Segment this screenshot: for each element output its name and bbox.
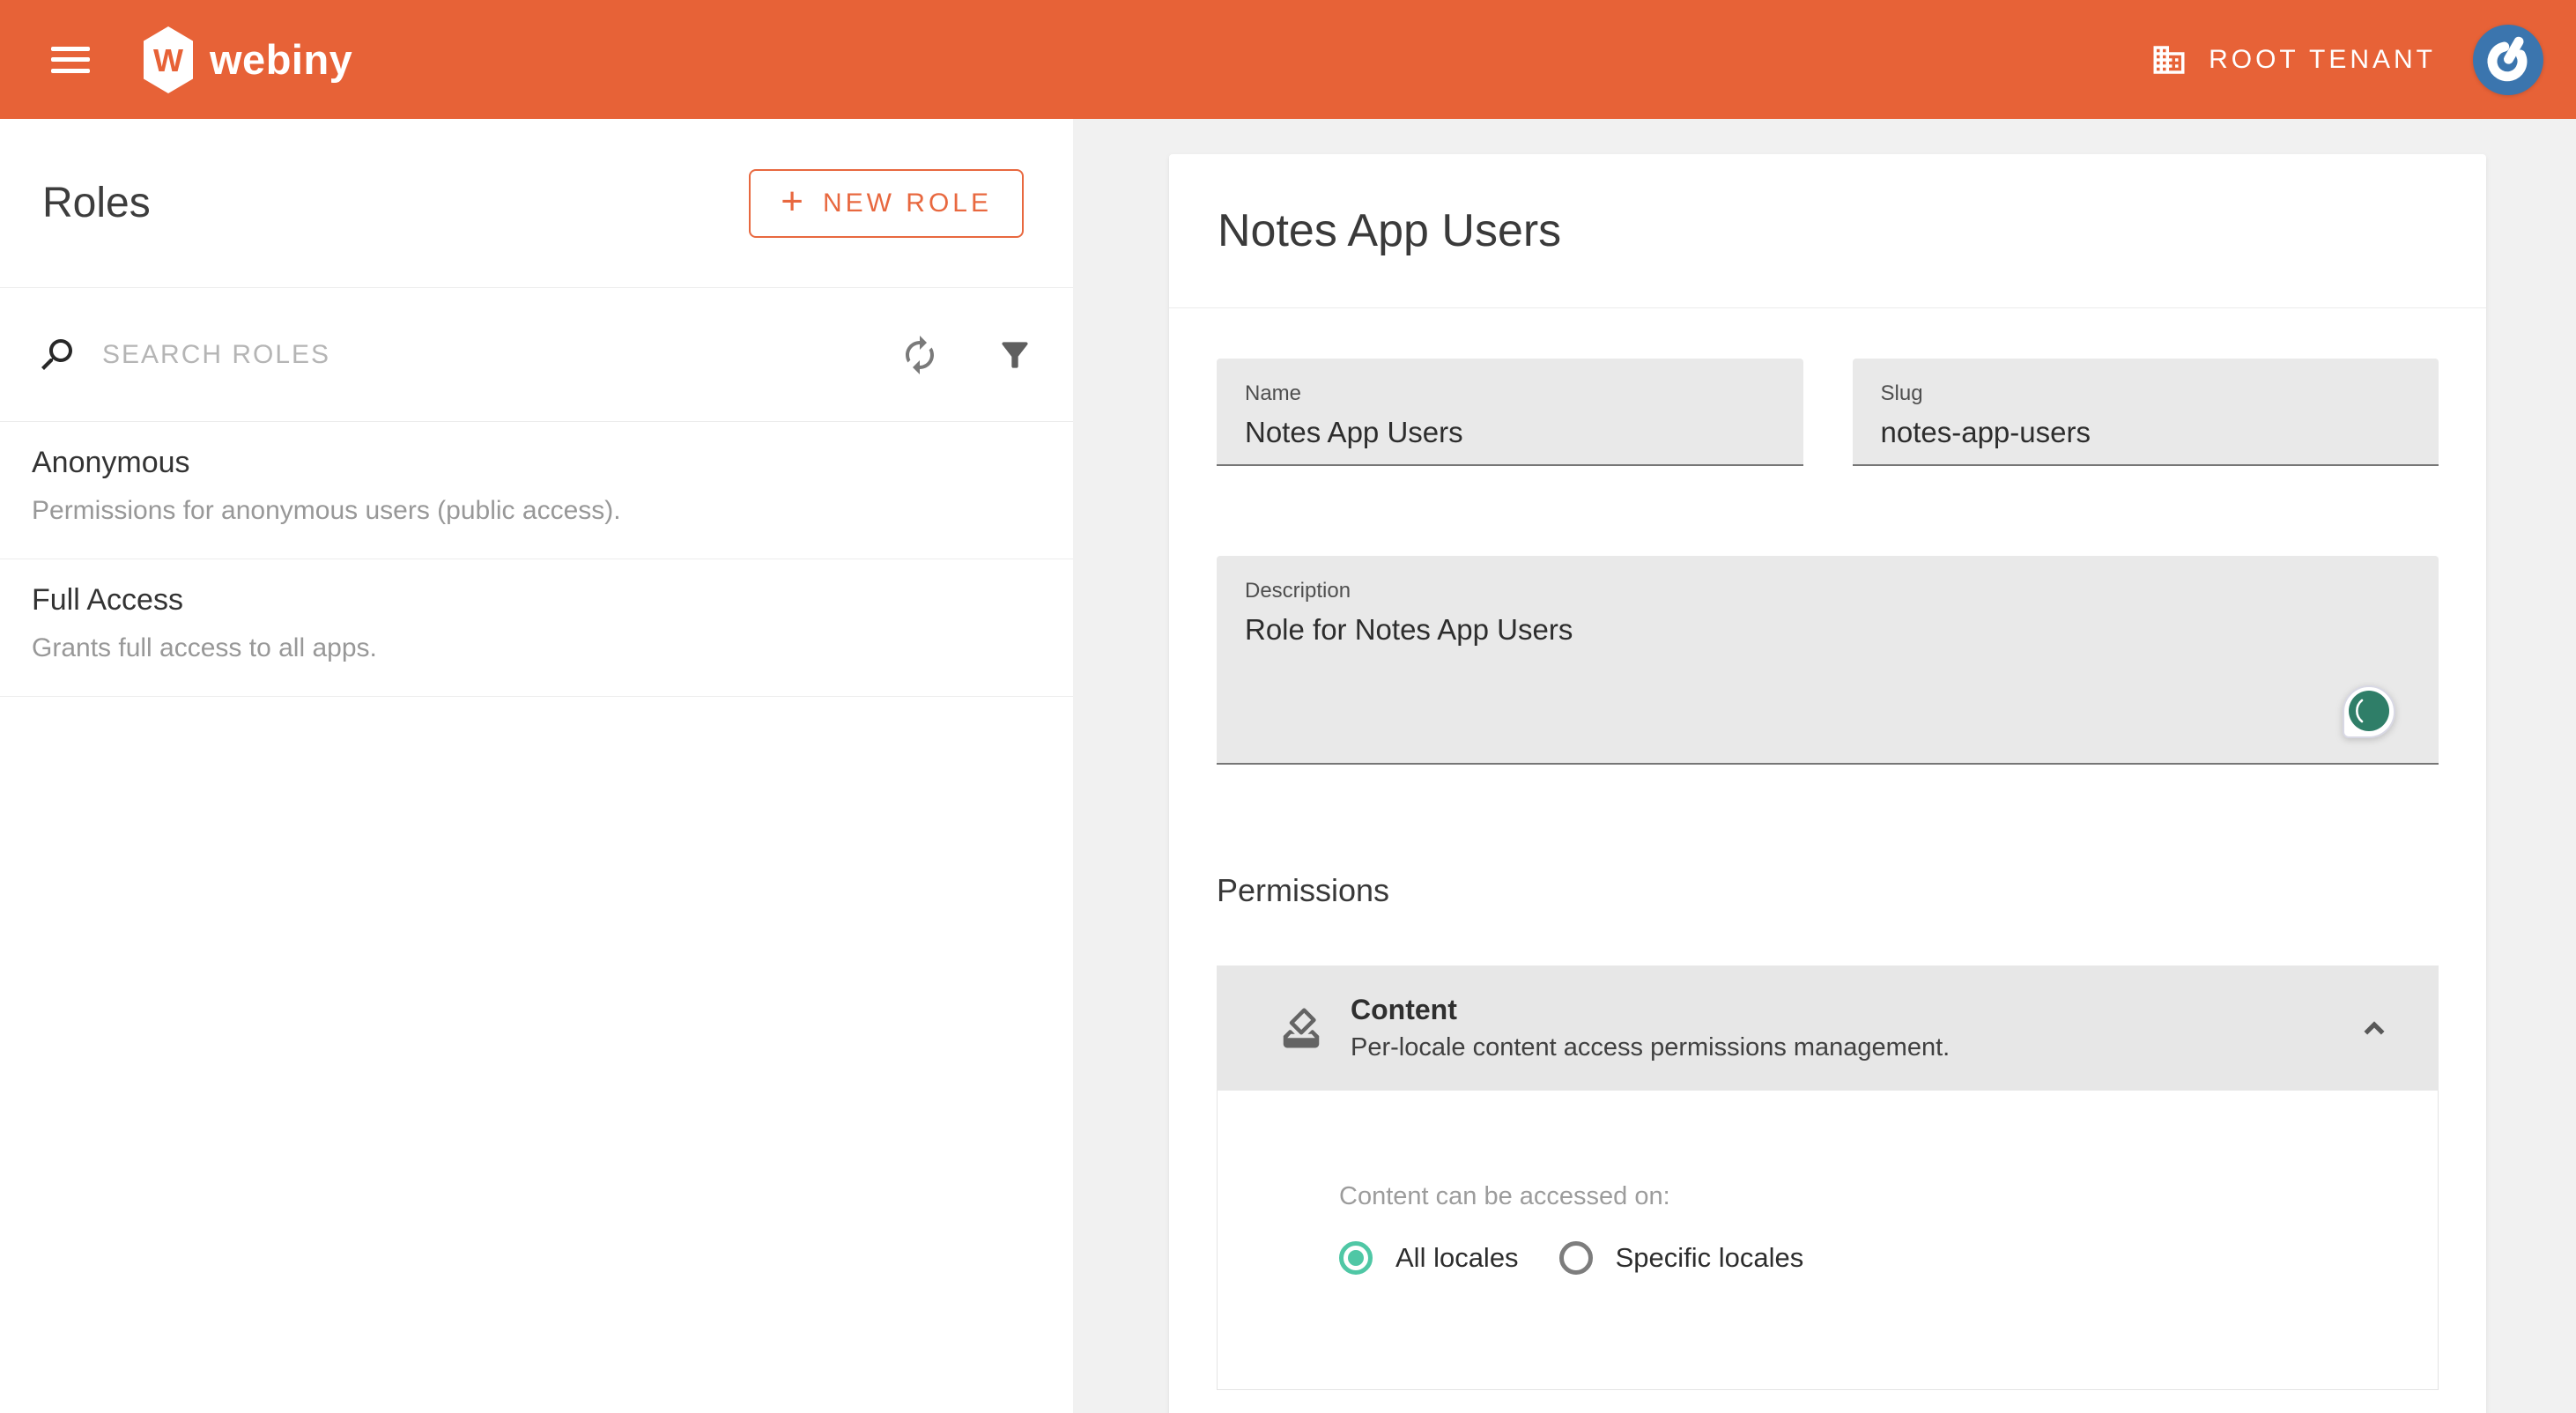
page-title: Roles [42, 179, 151, 227]
new-role-label: NEW ROLE [823, 189, 992, 218]
content-accordion-header[interactable]: Content Per-locale content access permis… [1217, 965, 2439, 1091]
role-title: Anonymous [32, 446, 1041, 480]
webiny-hexagon-icon: W [143, 26, 194, 94]
role-detail-title: Notes App Users [1218, 204, 1561, 257]
webiny-logo[interactable]: W webiny [143, 26, 352, 94]
brand-wordmark: webiny [210, 35, 352, 84]
content-section-subtitle: Per-locale content access permissions ma… [1351, 1033, 1950, 1062]
permissions-heading: Permissions [1217, 872, 2439, 909]
svg-text:W: W [153, 42, 183, 78]
roles-panel: Roles + NEW ROLE Anonymous Permissions f… [0, 119, 1073, 1413]
name-field-label: Name [1245, 381, 1775, 406]
slug-field-label: Slug [1881, 381, 2411, 406]
description-field-label: Description [1245, 579, 2410, 603]
role-description: Grants full access to all apps. [32, 633, 1041, 663]
role-detail-area: Notes App Users Name Notes App Users Slu… [1073, 119, 2576, 1413]
filter-icon[interactable] [996, 336, 1034, 374]
description-field[interactable]: Description Role for Notes App Users [1217, 556, 2439, 765]
role-detail-card: Notes App Users Name Notes App Users Slu… [1169, 154, 2486, 1413]
slug-field[interactable]: Slug notes-app-users [1853, 359, 2439, 466]
building-icon [2150, 41, 2187, 78]
roles-panel-header: Roles + NEW ROLE [0, 119, 1073, 288]
radio-all-locales-label: All locales [1395, 1242, 1519, 1274]
menu-icon[interactable] [51, 47, 90, 73]
chevron-up-icon[interactable] [2354, 1008, 2395, 1048]
plus-icon: + [781, 182, 803, 221]
description-field-value: Role for Notes App Users [1245, 613, 2410, 647]
locales-question: Content can be accessed on: [1339, 1182, 2438, 1211]
user-avatar[interactable] [2473, 25, 2543, 95]
role-list-item-full-access[interactable]: Full Access Grants full access to all ap… [0, 559, 1073, 697]
role-list-item-anonymous[interactable]: Anonymous Permissions for anonymous user… [0, 422, 1073, 559]
radio-selected-icon [1339, 1241, 1373, 1275]
chat-bubble-widget[interactable] [2342, 684, 2396, 740]
content-permissions-accordion: Content Per-locale content access permis… [1217, 965, 2439, 1390]
radio-unselected-icon [1559, 1241, 1593, 1275]
radio-all-locales[interactable]: All locales [1339, 1241, 1559, 1275]
radio-specific-locales-label: Specific locales [1616, 1242, 1804, 1274]
name-field-value: Notes App Users [1245, 416, 1775, 449]
tenant-label: ROOT TENANT [2209, 45, 2436, 75]
content-section-title: Content [1351, 994, 1950, 1026]
new-role-button[interactable]: + NEW ROLE [749, 169, 1024, 238]
ballot-box-icon [1277, 1004, 1325, 1052]
role-detail-header: Notes App Users [1169, 154, 2486, 308]
content-accordion-body: Content can be accessed on: All locales … [1217, 1091, 2439, 1390]
slug-field-value: notes-app-users [1881, 416, 2411, 449]
radio-specific-locales[interactable]: Specific locales [1559, 1241, 1845, 1275]
topbar: W webiny ROOT TENANT [0, 0, 2576, 119]
search-bar [0, 288, 1073, 422]
tenant-selector[interactable]: ROOT TENANT [2150, 41, 2436, 78]
role-description: Permissions for anonymous users (public … [32, 496, 1041, 526]
search-input[interactable] [102, 340, 899, 370]
refresh-icon[interactable] [899, 334, 941, 376]
search-icon [35, 334, 78, 376]
role-title: Full Access [32, 583, 1041, 618]
name-field[interactable]: Name Notes App Users [1217, 359, 1803, 466]
